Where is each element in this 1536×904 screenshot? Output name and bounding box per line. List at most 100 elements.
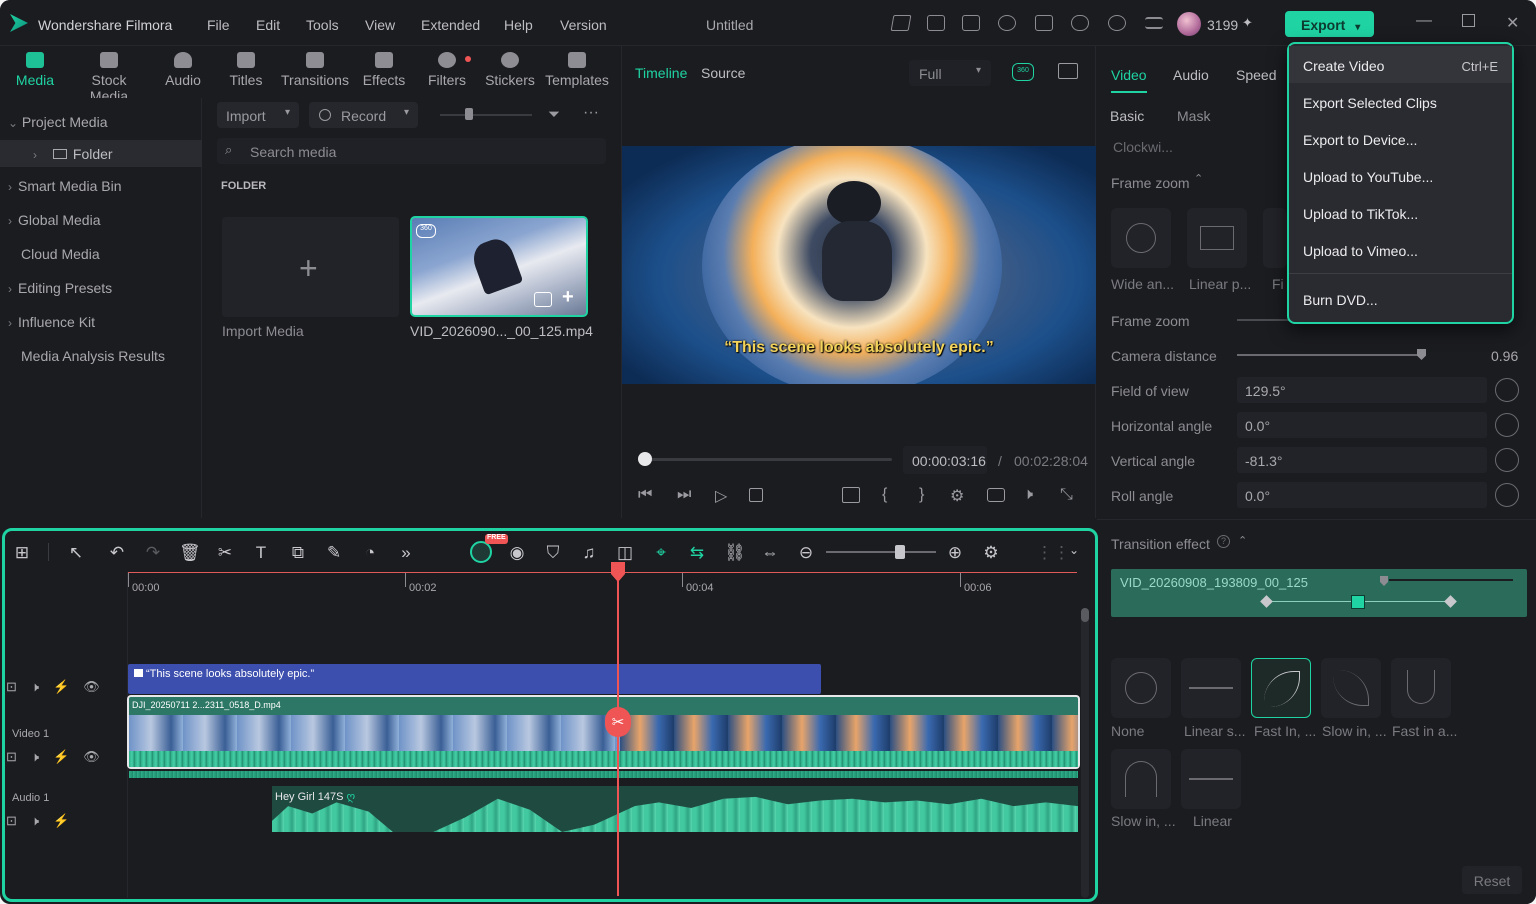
link-track-icon[interactable]: ⇆	[687, 543, 707, 563]
mark-out-icon[interactable]: }	[919, 486, 924, 504]
tab-speed[interactable]: Speed	[1236, 67, 1276, 83]
sidebar-item-editing-presets[interactable]: › Editing Presets	[8, 280, 112, 296]
cut-icon[interactable]: ✂	[215, 543, 235, 563]
curve-none[interactable]	[1111, 658, 1171, 718]
snapshot-icon[interactable]	[987, 488, 1005, 502]
fit-timeline-icon[interactable]: ⇔	[760, 543, 780, 563]
auto-beat-icon[interactable]: ◉	[507, 543, 527, 563]
chevron-up-icon[interactable]: ⌃	[1194, 172, 1203, 185]
delete-icon[interactable]: 🗑	[179, 543, 201, 563]
menu-help[interactable]: Help	[504, 17, 533, 33]
menu-item-burn-dvd[interactable]: Burn DVD...	[1289, 280, 1512, 317]
grip-icon[interactable]: ⋮⋮	[1036, 543, 1070, 563]
360-view-icon[interactable]: 360	[1012, 63, 1034, 81]
vertical-angle-dial[interactable]	[1495, 448, 1519, 472]
menu-item-export-selected[interactable]: Export Selected Clips	[1289, 83, 1512, 120]
horizontal-angle-dial[interactable]	[1495, 413, 1519, 437]
lock-icon[interactable]: ⊡	[6, 679, 17, 695]
zoom-out-icon[interactable]: ⊖	[796, 543, 816, 563]
menu-extended[interactable]: Extended	[421, 17, 480, 33]
menu-edit[interactable]: Edit	[256, 17, 280, 33]
keyframe-middle[interactable]	[1351, 595, 1365, 609]
horizontal-angle-input[interactable]: 0.0°	[1237, 412, 1487, 438]
record-dropdown[interactable]: Record ▾	[309, 102, 418, 128]
layout-grid-icon[interactable]: ⊞	[12, 543, 32, 563]
tab-templates[interactable]: Templates	[540, 50, 614, 88]
menu-version[interactable]: Version	[560, 17, 607, 33]
zoom-slider[interactable]	[826, 551, 936, 553]
more-icon[interactable]: ···	[583, 104, 599, 122]
export-button[interactable]: Export ▾	[1285, 11, 1374, 37]
mark-in-icon[interactable]: {	[882, 486, 887, 504]
cloud-upload-icon[interactable]	[1071, 15, 1089, 31]
camera-distance-slider[interactable]	[1237, 354, 1423, 356]
stop-icon[interactable]	[749, 488, 763, 502]
preset-linear[interactable]	[1187, 208, 1247, 268]
tab-media[interactable]: Media	[0, 50, 72, 88]
speed-icon[interactable]: ◔	[360, 543, 380, 563]
tab-titles[interactable]: Titles	[209, 50, 283, 88]
timeline-settings-icon[interactable]: ⚙	[981, 543, 1001, 563]
eye-icon[interactable]: 👁	[83, 679, 100, 695]
layout-icon[interactable]	[962, 15, 980, 31]
previous-frame-icon[interactable]: ⏮	[638, 486, 652, 504]
tab-transitions[interactable]: Transitions	[278, 50, 352, 88]
sidebar-item-cloud-media[interactable]: Cloud Media	[21, 246, 100, 262]
media-clip-thumbnail[interactable]: 360 +	[410, 216, 588, 317]
history-icon[interactable]	[998, 15, 1016, 31]
menu-item-upload-vimeo[interactable]: Upload to Vimeo...	[1289, 231, 1512, 268]
thumbnail-size-knob[interactable]	[465, 108, 473, 120]
chevron-down-icon[interactable]: ⌄	[1064, 543, 1084, 563]
thumbnail-size-slider[interactable]	[440, 114, 532, 116]
field-of-view-dial[interactable]	[1495, 378, 1519, 402]
audio-stretch-icon[interactable]: ♫	[579, 543, 599, 563]
menu-item-export-device[interactable]: Export to Device...	[1289, 120, 1512, 157]
redo-icon[interactable]: ↷	[143, 543, 163, 563]
avatar[interactable]	[1177, 12, 1201, 36]
color-pen-icon[interactable]: ✎	[324, 543, 344, 563]
speaker-icon[interactable]: 🕨	[31, 679, 39, 695]
menu-list-icon[interactable]	[1145, 17, 1163, 29]
minimize-icon[interactable]: —	[1416, 12, 1432, 30]
select-arrow-icon[interactable]: ↖	[66, 543, 86, 563]
lock-icon[interactable]: ⊡	[6, 749, 17, 765]
eye-icon[interactable]: 👁	[83, 749, 100, 765]
filter-icon[interactable]: ⏷	[548, 106, 560, 123]
chevron-up-icon[interactable]: ⌃	[1238, 534, 1247, 547]
tab-mask[interactable]: Mask	[1177, 108, 1210, 124]
curve-linear-smooth[interactable]	[1181, 658, 1241, 718]
tab-stickers[interactable]: Stickers	[473, 50, 547, 88]
curve-fast-in[interactable]	[1251, 658, 1311, 718]
shield-icon[interactable]: ⛉	[543, 543, 563, 563]
mute-wand-icon[interactable]: ⚡	[53, 679, 69, 695]
mute-wand-icon[interactable]: ⚡	[53, 749, 69, 765]
tab-timeline-preview[interactable]: Timeline	[635, 65, 687, 81]
add-clip-icon[interactable]: +	[562, 286, 574, 309]
menu-tools[interactable]: Tools	[306, 17, 339, 33]
speaker-icon[interactable]: 🕨	[31, 813, 39, 829]
tab-audio-props[interactable]: Audio	[1173, 67, 1209, 83]
curve-slow-in[interactable]	[1321, 658, 1381, 718]
settings-gear-icon[interactable]: ⚙	[950, 486, 964, 506]
close-icon[interactable]: ✕	[1506, 13, 1519, 33]
lock-icon[interactable]: ⊡	[6, 813, 17, 829]
maximize-icon[interactable]	[1462, 14, 1475, 27]
menu-file[interactable]: File	[207, 17, 230, 33]
sidebar-item-project-media[interactable]: ⌄ Project Media	[8, 114, 107, 130]
fullscreen-icon[interactable]: ⤡	[1060, 486, 1073, 504]
curve-slow-in-2[interactable]	[1111, 749, 1171, 809]
roll-angle-input[interactable]: 0.0°	[1237, 482, 1487, 508]
render-preview-icon[interactable]	[842, 487, 860, 503]
reset-button[interactable]: Reset	[1462, 866, 1522, 894]
ai-assistant-icon[interactable]	[470, 541, 492, 563]
menu-item-upload-youtube[interactable]: Upload to YouTube...	[1289, 157, 1512, 194]
split-scissor-icon[interactable]: ✂	[605, 707, 631, 737]
sidebar-item-smart-media-bin[interactable]: › Smart Media Bin	[8, 178, 121, 194]
crop-icon[interactable]: ⧉	[288, 543, 308, 563]
clip-settings-icon[interactable]	[534, 292, 552, 307]
menu-item-upload-tiktok[interactable]: Upload to TikTok...	[1289, 194, 1512, 231]
playback-scrubber[interactable]	[640, 458, 892, 461]
video-preview[interactable]: “This scene looks absolutely epic.”	[622, 146, 1096, 384]
search-input[interactable]: ⌕ Search media	[217, 138, 606, 164]
more-tools-icon[interactable]: »	[396, 543, 416, 563]
